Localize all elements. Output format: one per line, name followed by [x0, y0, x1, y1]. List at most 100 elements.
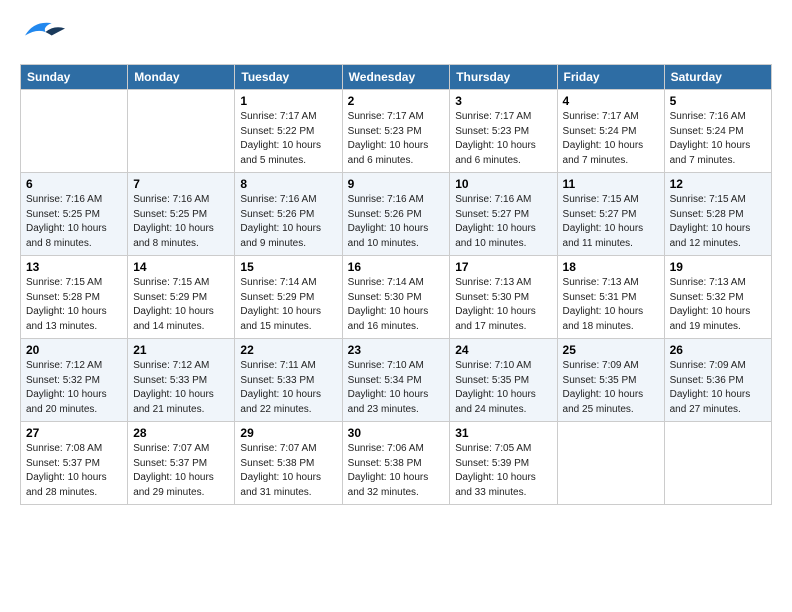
day-cell: 24 Sunrise: 7:10 AM Sunset: 5:35 PM Dayli…	[450, 339, 557, 422]
day-info: Sunrise: 7:08 AM Sunset: 5:37 PM Dayligh…	[26, 442, 122, 500]
day-info: Sunrise: 7:13 AM Sunset: 5:32 PM Dayligh…	[670, 276, 766, 334]
day-info: Sunrise: 7:12 AM Sunset: 5:32 PM Dayligh…	[26, 359, 122, 417]
day-info: Sunrise: 7:16 AM Sunset: 5:25 PM Dayligh…	[26, 193, 122, 251]
col-header-friday: Friday	[557, 65, 664, 90]
day-info: Sunrise: 7:15 AM Sunset: 5:29 PM Dayligh…	[133, 276, 229, 334]
day-number: 31	[455, 426, 551, 440]
day-info: Sunrise: 7:10 AM Sunset: 5:34 PM Dayligh…	[348, 359, 445, 417]
day-cell: 9 Sunrise: 7:16 AM Sunset: 5:26 PM Daylig…	[342, 173, 450, 256]
day-number: 13	[26, 260, 122, 274]
day-number: 19	[670, 260, 766, 274]
day-info: Sunrise: 7:14 AM Sunset: 5:29 PM Dayligh…	[240, 276, 336, 334]
day-cell: 29 Sunrise: 7:07 AM Sunset: 5:38 PM Dayli…	[235, 422, 342, 505]
day-info: Sunrise: 7:10 AM Sunset: 5:35 PM Dayligh…	[455, 359, 551, 417]
day-number: 20	[26, 343, 122, 357]
day-cell: 25 Sunrise: 7:09 AM Sunset: 5:35 PM Dayli…	[557, 339, 664, 422]
day-cell: 11 Sunrise: 7:15 AM Sunset: 5:27 PM Dayli…	[557, 173, 664, 256]
calendar-header-row: SundayMondayTuesdayWednesdayThursdayFrid…	[21, 65, 772, 90]
day-number: 26	[670, 343, 766, 357]
day-number: 18	[563, 260, 659, 274]
day-cell: 27 Sunrise: 7:08 AM Sunset: 5:37 PM Dayli…	[21, 422, 128, 505]
day-cell: 26 Sunrise: 7:09 AM Sunset: 5:36 PM Dayli…	[664, 339, 771, 422]
day-cell: 2 Sunrise: 7:17 AM Sunset: 5:23 PM Daylig…	[342, 90, 450, 173]
day-cell: 30 Sunrise: 7:06 AM Sunset: 5:38 PM Dayli…	[342, 422, 450, 505]
day-cell: 3 Sunrise: 7:17 AM Sunset: 5:23 PM Daylig…	[450, 90, 557, 173]
day-info: Sunrise: 7:06 AM Sunset: 5:38 PM Dayligh…	[348, 442, 445, 500]
day-number: 14	[133, 260, 229, 274]
day-number: 1	[240, 94, 336, 108]
day-number: 24	[455, 343, 551, 357]
day-info: Sunrise: 7:17 AM Sunset: 5:24 PM Dayligh…	[563, 110, 659, 168]
day-number: 5	[670, 94, 766, 108]
day-cell	[664, 422, 771, 505]
day-cell: 19 Sunrise: 7:13 AM Sunset: 5:32 PM Dayli…	[664, 256, 771, 339]
day-number: 7	[133, 177, 229, 191]
day-number: 3	[455, 94, 551, 108]
calendar-table: SundayMondayTuesdayWednesdayThursdayFrid…	[20, 64, 772, 505]
day-number: 4	[563, 94, 659, 108]
day-cell: 23 Sunrise: 7:10 AM Sunset: 5:34 PM Dayli…	[342, 339, 450, 422]
day-number: 21	[133, 343, 229, 357]
day-number: 30	[348, 426, 445, 440]
day-info: Sunrise: 7:16 AM Sunset: 5:27 PM Dayligh…	[455, 193, 551, 251]
day-info: Sunrise: 7:12 AM Sunset: 5:33 PM Dayligh…	[133, 359, 229, 417]
day-cell	[128, 90, 235, 173]
logo	[20, 16, 74, 56]
day-number: 15	[240, 260, 336, 274]
day-number: 25	[563, 343, 659, 357]
day-info: Sunrise: 7:17 AM Sunset: 5:22 PM Dayligh…	[240, 110, 336, 168]
day-info: Sunrise: 7:11 AM Sunset: 5:33 PM Dayligh…	[240, 359, 336, 417]
day-number: 17	[455, 260, 551, 274]
day-info: Sunrise: 7:09 AM Sunset: 5:36 PM Dayligh…	[670, 359, 766, 417]
day-info: Sunrise: 7:17 AM Sunset: 5:23 PM Dayligh…	[455, 110, 551, 168]
day-cell: 13Sunrise: 7:15 AM Sunset: 5:28 PM Dayli…	[21, 256, 128, 339]
day-cell: 12 Sunrise: 7:15 AM Sunset: 5:28 PM Dayli…	[664, 173, 771, 256]
day-number: 23	[348, 343, 445, 357]
col-header-saturday: Saturday	[664, 65, 771, 90]
day-number: 6	[26, 177, 122, 191]
col-header-wednesday: Wednesday	[342, 65, 450, 90]
day-number: 12	[670, 177, 766, 191]
day-cell: 10 Sunrise: 7:16 AM Sunset: 5:27 PM Dayli…	[450, 173, 557, 256]
day-info: Sunrise: 7:15 AM Sunset: 5:27 PM Dayligh…	[563, 193, 659, 251]
day-number: 27	[26, 426, 122, 440]
day-info: Sunrise: 7:13 AM Sunset: 5:30 PM Dayligh…	[455, 276, 551, 334]
day-info: Sunrise: 7:15 AM Sunset: 5:28 PM Dayligh…	[670, 193, 766, 251]
day-cell: 8Sunrise: 7:16 AM Sunset: 5:26 PM Daylig…	[235, 173, 342, 256]
day-info: Sunrise: 7:07 AM Sunset: 5:37 PM Dayligh…	[133, 442, 229, 500]
day-number: 2	[348, 94, 445, 108]
day-info: Sunrise: 7:05 AM Sunset: 5:39 PM Dayligh…	[455, 442, 551, 500]
day-cell: 31 Sunrise: 7:05 AM Sunset: 5:39 PM Dayli…	[450, 422, 557, 505]
day-number: 9	[348, 177, 445, 191]
day-cell: 28Sunrise: 7:07 AM Sunset: 5:37 PM Dayli…	[128, 422, 235, 505]
day-info: Sunrise: 7:14 AM Sunset: 5:30 PM Dayligh…	[348, 276, 445, 334]
week-row-3: 13Sunrise: 7:15 AM Sunset: 5:28 PM Dayli…	[21, 256, 772, 339]
day-info: Sunrise: 7:09 AM Sunset: 5:35 PM Dayligh…	[563, 359, 659, 417]
day-number: 11	[563, 177, 659, 191]
page-header	[20, 16, 772, 56]
day-cell: 22 Sunrise: 7:11 AM Sunset: 5:33 PM Dayli…	[235, 339, 342, 422]
day-cell: 6 Sunrise: 7:16 AM Sunset: 5:25 PM Daylig…	[21, 173, 128, 256]
day-cell: 16Sunrise: 7:14 AM Sunset: 5:30 PM Dayli…	[342, 256, 450, 339]
day-info: Sunrise: 7:07 AM Sunset: 5:38 PM Dayligh…	[240, 442, 336, 500]
week-row-4: 20 Sunrise: 7:12 AM Sunset: 5:32 PM Dayli…	[21, 339, 772, 422]
day-number: 8	[240, 177, 336, 191]
day-cell: 7 Sunrise: 7:16 AM Sunset: 5:25 PM Daylig…	[128, 173, 235, 256]
day-info: Sunrise: 7:16 AM Sunset: 5:25 PM Dayligh…	[133, 193, 229, 251]
col-header-monday: Monday	[128, 65, 235, 90]
week-row-2: 6 Sunrise: 7:16 AM Sunset: 5:25 PM Daylig…	[21, 173, 772, 256]
day-cell: 1 Sunrise: 7:17 AM Sunset: 5:22 PM Daylig…	[235, 90, 342, 173]
day-cell: 5Sunrise: 7:16 AM Sunset: 5:24 PM Daylig…	[664, 90, 771, 173]
day-info: Sunrise: 7:17 AM Sunset: 5:23 PM Dayligh…	[348, 110, 445, 168]
day-number: 22	[240, 343, 336, 357]
week-row-1: 1 Sunrise: 7:17 AM Sunset: 5:22 PM Daylig…	[21, 90, 772, 173]
col-header-thursday: Thursday	[450, 65, 557, 90]
day-cell: 14 Sunrise: 7:15 AM Sunset: 5:29 PM Dayli…	[128, 256, 235, 339]
day-info: Sunrise: 7:16 AM Sunset: 5:26 PM Dayligh…	[348, 193, 445, 251]
day-number: 10	[455, 177, 551, 191]
day-cell	[21, 90, 128, 173]
day-number: 29	[240, 426, 336, 440]
day-cell: 18Sunrise: 7:13 AM Sunset: 5:31 PM Dayli…	[557, 256, 664, 339]
day-cell: 17 Sunrise: 7:13 AM Sunset: 5:30 PM Dayli…	[450, 256, 557, 339]
day-cell: 15 Sunrise: 7:14 AM Sunset: 5:29 PM Dayli…	[235, 256, 342, 339]
